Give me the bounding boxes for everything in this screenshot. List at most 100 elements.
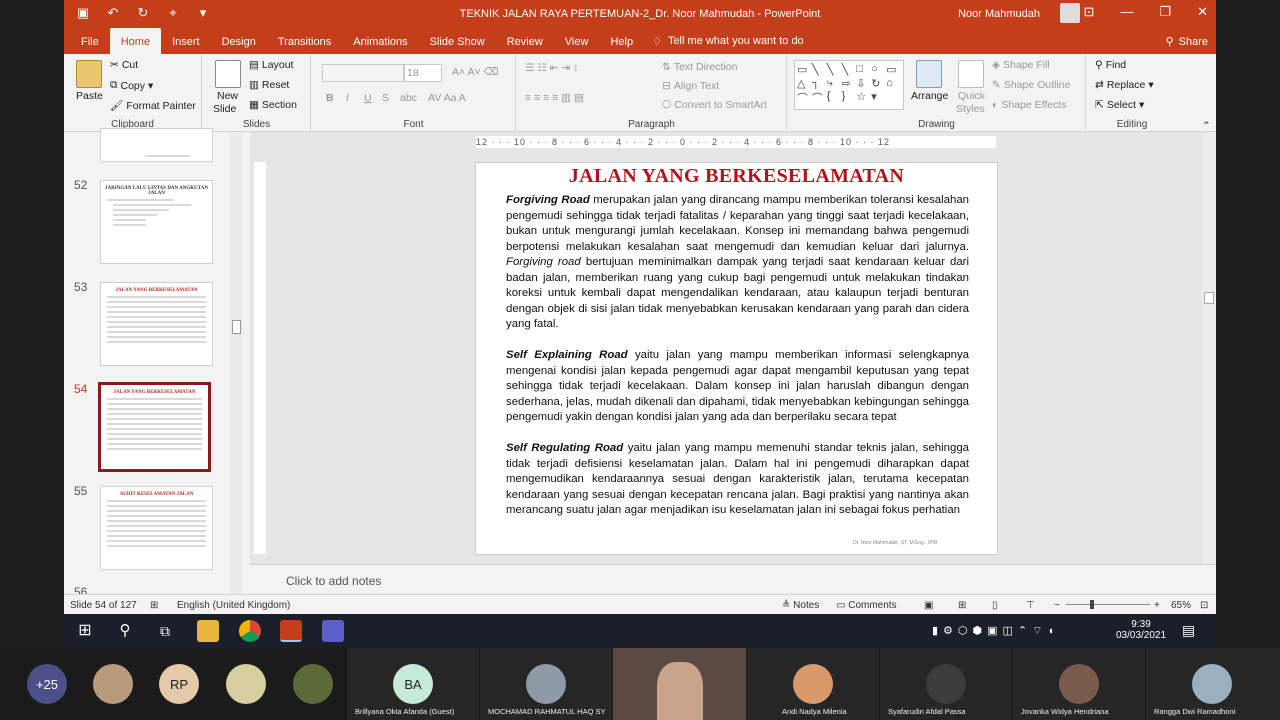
italic-button[interactable]: I [346,92,349,104]
replace-button[interactable]: ⇄ Replace ▾ [1095,79,1154,91]
restore-icon[interactable]: ❐ [1159,4,1171,20]
file-explorer-icon[interactable] [197,620,219,642]
slide-sorter-icon[interactable]: ⊞ [958,600,966,611]
powerpoint-icon[interactable] [280,620,302,642]
clock[interactable]: 9:39 03/03/2021 [1116,619,1166,641]
tell-me-box[interactable]: ♢ Tell me what you want to do [652,35,804,48]
font-size-input[interactable]: 18 [404,64,442,82]
windows-start-icon[interactable]: ⊞ [74,620,96,642]
zoom-slider[interactable] [1066,604,1150,605]
participant-tile[interactable]: Syafarudin Afdal Passa [880,648,1012,720]
strikethrough-button[interactable]: S [382,92,389,104]
participant-tile[interactable]: Andi Nadya Milenia [747,648,879,720]
tab-transitions[interactable]: Transitions [267,28,342,54]
shapes-gallery[interactable]: ▭ ╲ ╲ ╲ □ ○ ▭ △ ┐ ⤷ ⇨ ⇩ ↻ ⌂ ⌒ ⌒{} ☆ ▾ [794,60,904,110]
participant-avatar-rp[interactable]: RP [159,664,199,704]
shape-fill-button[interactable]: ◈ Shape Fill [992,59,1050,71]
participant-tile[interactable]: Jovanka Widya Hendriana [1013,648,1145,720]
scroll-thumb[interactable] [232,320,241,334]
new-slide-icon[interactable] [215,60,241,88]
task-view-icon[interactable]: ⧉ [154,620,176,642]
participant-tile[interactable]: MOCHAMAD RAHMATUL HAQ SY [480,648,612,720]
slide-thumbnail-53[interactable]: JALAN YANG BERKESELAMATAN [100,282,213,366]
editor-scrollbar[interactable] [1202,132,1216,564]
cut-button[interactable]: ✂ Cut [110,59,138,71]
layout-button[interactable]: ▤ Layout [249,59,293,71]
find-button[interactable]: ⚲ Find [1095,59,1126,71]
quick-styles-icon[interactable] [958,60,984,88]
align-text-button[interactable]: ⊟ Align Text [662,80,719,92]
new-slide-button[interactable]: New [217,90,238,102]
minimize-icon[interactable]: — [1120,4,1133,20]
slide-thumbnail-54[interactable]: JALAN YANG BERKESELAMATAN [98,382,211,472]
participant-tile[interactable]: BA Brillyana Okta Afanda (Guest) [347,648,479,720]
new-slide-button-2[interactable]: Slide [213,103,236,115]
slide-thumbnail-52[interactable]: JARINGAN LALU LINTAS DAN ANGKUTAN JALAN [100,180,213,264]
quick-styles-button-2[interactable]: Styles [956,103,985,115]
font-color-icon[interactable]: AV Aa A [428,92,466,104]
bullets-icon[interactable]: ☰ ☷ ⇤ ⇥ ↕ [525,62,578,74]
search-icon[interactable]: ⚲ [114,620,136,642]
tab-file[interactable]: File [70,28,110,54]
participant-avatar-photo-1[interactable] [93,664,133,704]
avatar[interactable] [1060,3,1080,23]
tab-home[interactable]: Home [109,28,162,54]
tab-insert[interactable]: Insert [161,28,211,54]
convert-smartart-button[interactable]: ⎔ Convert to SmartArt [662,99,767,111]
copy-button[interactable]: ⧉ Copy ▾ [110,79,153,92]
zoom-level[interactable]: 65% [1171,600,1191,611]
font-grow-icon[interactable]: A˄ A˅ ⌫ [452,66,498,78]
paste-button[interactable]: Paste [76,90,103,102]
zoom-out-icon[interactable]: − [1054,600,1060,611]
slide-thumbnail-51[interactable] [100,128,213,162]
collapse-ribbon-icon[interactable]: ⌃ [1202,120,1211,132]
tab-slide-show[interactable]: Slide Show [419,28,496,54]
thumbnail-scrollbar[interactable] [229,132,243,594]
user-name[interactable]: Noor Mahmudah [958,8,1040,20]
shape-effects-button[interactable]: ◐ Shape Effects [992,99,1067,111]
more-participants-button[interactable]: +25 [27,664,67,704]
scroll-thumb[interactable] [1204,292,1214,304]
reset-button[interactable]: ▥ Reset [249,79,289,91]
slide-thumbnail-55[interactable]: AUDIT KESELAMATAN JALAN [100,486,213,570]
select-button[interactable]: ⇱ Select ▾ [1095,99,1144,111]
tab-design[interactable]: Design [211,28,267,54]
arrange-button[interactable]: Arrange [911,90,948,102]
section-button[interactable]: ▦ Section [249,99,297,111]
participant-avatar-photo-3[interactable] [293,664,333,704]
close-icon[interactable]: ✕ [1197,4,1208,20]
quick-styles-button[interactable]: Quick [958,90,985,102]
underline-button[interactable]: U [364,92,372,104]
reading-view-icon[interactable]: ▯ [992,600,998,611]
tray-icons[interactable]: ▮⚙⬡⬢▣◫⌃⌔◖ [932,624,1059,638]
text-direction-button[interactable]: ⇅ Text Direction [662,61,737,73]
shape-outline-button[interactable]: ✎ Shape Outline [992,79,1070,91]
slideshow-icon[interactable]: ⊤ [1026,600,1035,611]
teams-icon[interactable] [322,620,344,642]
slide-title[interactable]: JALAN YANG BERKESELAMATAN [476,165,997,188]
font-name-input[interactable] [322,64,404,82]
fit-slide-icon[interactable]: ⊡ [1200,600,1208,611]
tab-view[interactable]: View [554,28,600,54]
align-icons[interactable]: ≡ ≡ ≡ ≡ ▥ ▤ [525,92,584,104]
character-spacing-button[interactable]: abc [400,92,417,104]
tab-help[interactable]: Help [599,28,644,54]
bold-button[interactable]: B [326,92,334,104]
arrange-icon[interactable] [916,60,942,88]
paste-icon[interactable] [76,60,102,88]
participant-tile[interactable]: Rangga Dwi Ramadhoni [1146,648,1280,720]
ribbon-display-icon[interactable]: ⊡ [1084,4,1095,20]
notes-pane[interactable]: Click to add notes [250,564,1216,594]
zoom-slider-thumb[interactable] [1090,600,1094,609]
spellcheck-icon[interactable]: ⊞ [150,600,158,611]
language-indicator[interactable]: English (United Kingdom) [177,600,290,611]
tab-review[interactable]: Review [496,28,554,54]
chrome-icon[interactable] [239,620,261,642]
notes-button[interactable]: ≜ Notes [782,600,819,611]
format-painter-button[interactable]: 🖌 Format Painter [110,99,196,113]
notification-icon[interactable]: ▤ [1182,622,1195,639]
normal-view-icon[interactable]: ▣ [924,600,933,611]
slide-canvas[interactable]: JALAN YANG BERKESELAMATAN Forgiving Road… [475,162,998,555]
zoom-in-icon[interactable]: + [1154,600,1160,611]
participant-avatar-photo-2[interactable] [226,664,266,704]
